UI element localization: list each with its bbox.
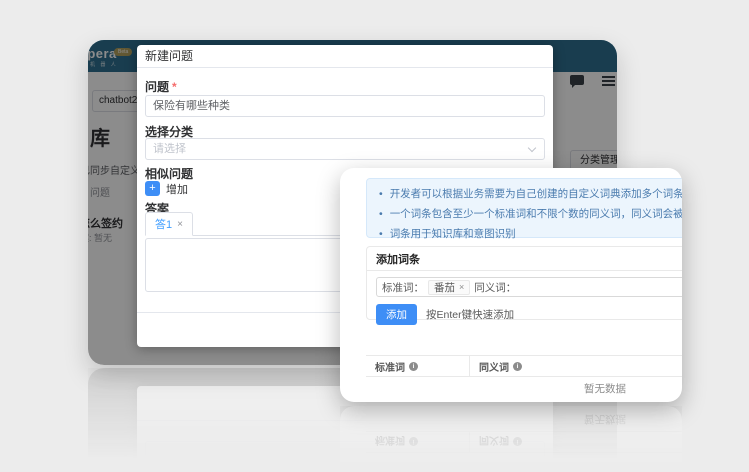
modal-title: 新建问题 — [137, 45, 553, 68]
tip-line: 词条用于知识库和意图识别 — [379, 224, 682, 244]
category-select[interactable]: 请选择 — [145, 138, 545, 160]
tip-line: 一个词条包含至少一个标准词和不限个数的同义词，同义词会被识别为标准词。 — [379, 204, 682, 224]
info-alert: 开发者可以根据业务需要为自己创建的自定义词典添加多个词条。 一个词条包含至少一个… — [366, 178, 682, 238]
dictionary-panel: 开发者可以根据业务需要为自己创建的自定义词典添加多个词条。 一个词条包含至少一个… — [340, 168, 682, 402]
column-synonym: 同义词 i — [470, 356, 682, 376]
standard-word-label: 标准词： — [382, 280, 424, 295]
add-similar-label[interactable]: 增加 — [166, 181, 188, 197]
chevron-down-icon — [528, 144, 536, 152]
required-asterisk: * — [172, 80, 177, 94]
add-entry-button[interactable]: 添加 — [376, 304, 417, 325]
empty-data-row: 暂无数据 — [366, 377, 682, 402]
tip-line: 开发者可以根据业务需要为自己创建的自定义词典添加多个词条。 — [379, 184, 682, 204]
add-similar-row: + 增加 — [145, 181, 188, 196]
info-icon[interactable]: i — [513, 362, 522, 371]
screenshot-stage: Chatopera Beta 机 器 人 chatbot2 库 已同步自定义 问… — [0, 0, 749, 472]
enter-hint: 按Enter键快速添加 — [426, 307, 514, 322]
add-entry-panel: 添加词条 标准词： 番茄 × 同义词： 添加 按Enter键快速添加 — [366, 246, 682, 320]
tag-close-icon[interactable]: × — [459, 282, 464, 292]
entries-table: 标准词 i 同义词 i 暂无数据 — [366, 355, 682, 402]
tab-answer-1[interactable]: 答1 × — [145, 212, 193, 236]
similar-questions-label: 相似问题 — [145, 165, 193, 182]
plus-icon[interactable]: + — [145, 181, 160, 196]
question-input[interactable]: 保险有哪些种类 — [145, 95, 545, 117]
info-icon[interactable]: i — [409, 362, 418, 371]
table-header: 标准词 i 同义词 i — [366, 355, 682, 377]
tab-close-icon[interactable]: × — [177, 219, 183, 230]
synonym-label: 同义词： — [474, 280, 516, 295]
entry-actions: 添加 按Enter键快速添加 — [376, 304, 682, 325]
standard-word-tag: 番茄 × — [428, 280, 470, 295]
add-entry-title: 添加词条 — [367, 247, 682, 271]
entry-input[interactable]: 标准词： 番茄 × 同义词： — [376, 277, 682, 297]
column-standard-word: 标准词 i — [366, 356, 470, 376]
question-label: 问题* — [145, 78, 177, 95]
